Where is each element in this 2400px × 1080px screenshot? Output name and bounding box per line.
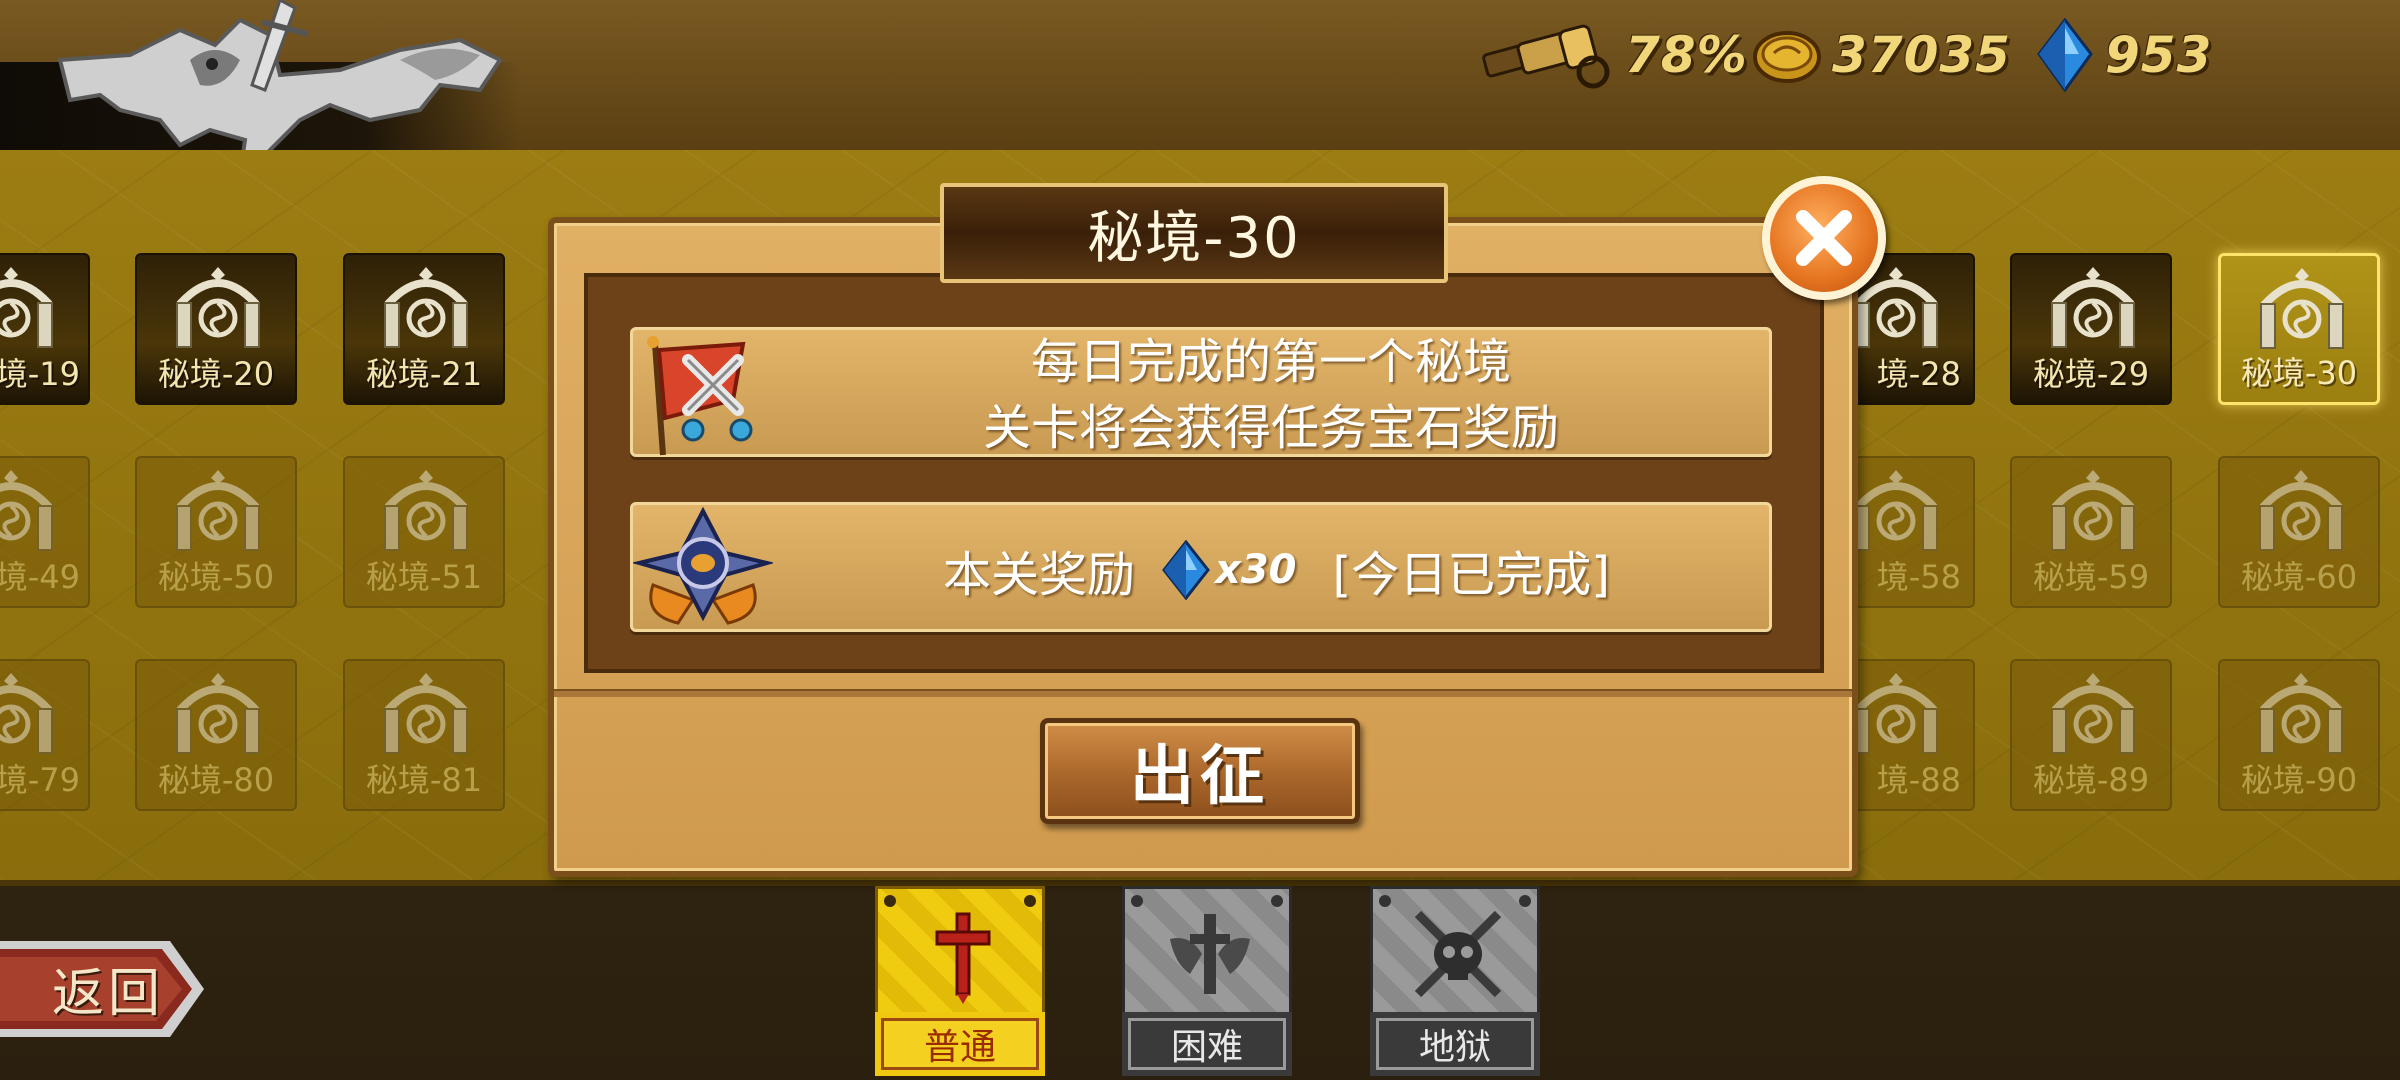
level-card-19[interactable]: 境-19: [0, 253, 90, 405]
spyglass-icon: [1482, 24, 1610, 89]
level-card-80[interactable]: 秘境-80: [135, 659, 297, 811]
blue-gem-icon: [2037, 18, 2093, 92]
difficulty-plate: [875, 886, 1045, 1016]
level-card-90[interactable]: 秘境-90: [2218, 659, 2380, 811]
daily-bonus-text: 每日完成的第一个秘境 关卡将会获得任务宝石奖励: [773, 330, 1769, 460]
difficulty-plate: [1122, 886, 1292, 1016]
portal-gate-icon: [2048, 466, 2138, 556]
level-label: 秘境-50: [157, 558, 275, 596]
level-card-21[interactable]: 秘境-21: [343, 253, 505, 405]
gem-value: 953: [2105, 26, 2213, 84]
close-button[interactable]: [1762, 176, 1886, 300]
level-label: 秘境-59: [2032, 558, 2150, 596]
portal-gate-icon: [2256, 466, 2346, 556]
portal-gate-icon: [0, 263, 56, 353]
difficulty-label-box: 普通: [875, 1012, 1045, 1076]
level-label: 秘境-29: [2032, 355, 2150, 393]
level-card-20[interactable]: 秘境-20: [135, 253, 297, 405]
level-label: 境-79: [0, 761, 80, 799]
dialog-title-plate: 秘境-30: [940, 183, 1448, 283]
reward-amount: x30: [1215, 547, 1297, 593]
skull-crossed-swords-icon: [1414, 910, 1502, 998]
level-card-29[interactable]: 秘境-29: [2010, 253, 2172, 405]
level-label: 秘境-81: [365, 761, 483, 799]
gold-coin-icon: [1753, 31, 1821, 83]
difficulty-label-box: 困难: [1122, 1012, 1292, 1076]
gold-value: 37035: [1832, 26, 2011, 84]
spyglass-resource: 78%: [1475, 20, 1748, 90]
level-label: 秘境-20: [157, 355, 275, 393]
rivet: [1271, 895, 1283, 907]
portal-gate-icon: [381, 669, 471, 759]
gold-resource: 37035: [1752, 20, 2011, 90]
level-label: 秘境-80: [157, 761, 275, 799]
daily-bonus-line-2: 关卡将会获得任务宝石奖励: [982, 400, 1559, 456]
portal-gate-icon: [1851, 466, 1941, 556]
difficulty-hell-tab[interactable]: 地狱: [1370, 886, 1540, 1076]
portal-gate-icon: [2048, 669, 2138, 759]
level-card-50[interactable]: 秘境-50: [135, 456, 297, 608]
rivet: [1024, 895, 1036, 907]
rivet: [884, 895, 896, 907]
level-card-49[interactable]: 境-49: [0, 456, 90, 608]
level-label: 境-49: [0, 558, 80, 596]
rivet: [1131, 895, 1143, 907]
difficulty-normal-label: 普通: [881, 1018, 1039, 1070]
portal-gate-icon: [381, 466, 471, 556]
gem-resource: 953: [2035, 18, 2213, 92]
reward-row: 本关奖励 x30 [今日已完成]: [630, 502, 1772, 632]
battle-flag-icon: [647, 336, 753, 456]
dialog-divider: [554, 689, 1852, 697]
reward-status: [今日已完成]: [1332, 547, 1610, 603]
level-label: 境-19: [0, 355, 80, 393]
portal-gate-icon: [173, 669, 263, 759]
portal-gate-icon: [2257, 264, 2347, 354]
portal-gate-icon: [381, 263, 471, 353]
daily-bonus-row: 每日完成的第一个秘境 关卡将会获得任务宝石奖励: [630, 327, 1772, 457]
difficulty-hard-tab[interactable]: 困难: [1122, 886, 1292, 1076]
daily-bonus-line-1: 每日完成的第一个秘境: [1030, 334, 1511, 390]
level-card-79[interactable]: 境-79: [0, 659, 90, 811]
game-screen: 78% 37035 953 境-19 秘境-20 秘境-21 境-28 秘境-2…: [0, 0, 2400, 1080]
level-label: 秘境-21: [365, 355, 483, 393]
portal-gate-icon: [1851, 669, 1941, 759]
back-label: 返回: [52, 964, 165, 1024]
sword-icon: [935, 912, 991, 1004]
difficulty-plate: [1370, 886, 1540, 1016]
level-card-89[interactable]: 秘境-89: [2010, 659, 2172, 811]
winged-sword-icon: [1170, 914, 1250, 994]
reward-label: 本关奖励: [943, 547, 1136, 603]
level-card-59[interactable]: 秘境-59: [2010, 456, 2172, 608]
spyglass-value: 78%: [1625, 26, 1748, 84]
close-icon: [1796, 210, 1852, 266]
rivet: [1379, 895, 1391, 907]
level-card-51[interactable]: 秘境-51: [343, 456, 505, 608]
difficulty-hard-label: 困难: [1128, 1018, 1286, 1070]
reward-content: 本关奖励 x30 [今日已完成]: [943, 505, 1610, 635]
portal-gate-icon: [0, 669, 56, 759]
portal-gate-icon: [2048, 263, 2138, 353]
difficulty-normal-tab[interactable]: 普通: [875, 886, 1045, 1076]
portal-gate-icon: [2256, 669, 2346, 759]
go-battle-label: 出征: [1130, 740, 1270, 814]
go-battle-button[interactable]: 出征: [1040, 718, 1360, 824]
level-label: 秘境-60: [2240, 558, 2358, 596]
portal-gate-icon: [173, 466, 263, 556]
level-label: 秘境-89: [2032, 761, 2150, 799]
difficulty-label-box: 地狱: [1370, 1012, 1540, 1076]
level-label: 秘境-30: [2240, 354, 2358, 392]
level-label: 秘境-51: [365, 558, 483, 596]
portal-gate-icon: [0, 466, 56, 556]
portal-gate-icon: [173, 263, 263, 353]
difficulty-hell-label: 地狱: [1376, 1018, 1534, 1070]
blue-gem-icon: [1162, 540, 1210, 600]
reward-medal-icon: [633, 506, 773, 625]
level-label: 秘境-90: [2240, 761, 2358, 799]
back-button[interactable]: 返回: [0, 935, 210, 1043]
level-card-30[interactable]: 秘境-30: [2218, 253, 2380, 405]
level-card-60[interactable]: 秘境-60: [2218, 456, 2380, 608]
level-card-81[interactable]: 秘境-81: [343, 659, 505, 811]
rivet: [1519, 895, 1531, 907]
dialog-title: 秘境-30: [1087, 205, 1301, 271]
